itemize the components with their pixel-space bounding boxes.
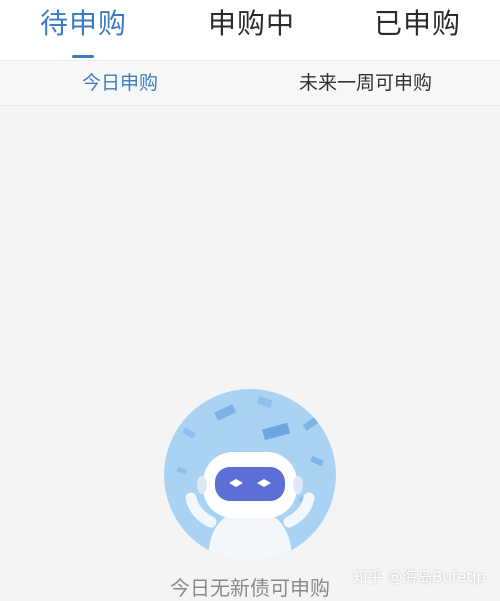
watermark-text: 知乎 @海岛Bufetip [352,568,486,586]
robot-celebrating-icon [163,388,337,562]
sub-tab-bar: 今日申购 未来一周可申购 [0,61,500,106]
active-tab-indicator [72,55,94,58]
subtab-next-week[interactable]: 未来一周可申购 [299,69,432,97]
subtab-today[interactable]: 今日申购 [82,69,158,97]
tab-subscribing[interactable]: 申购中 [208,4,295,44]
tab-pending-subscription[interactable]: 待申购 [40,4,127,44]
top-tab-bar: 待申购 申购中 已申购 [0,0,500,61]
app-screen: 待申购 申购中 已申购 今日申购 未来一周可申购 今日无新债可申购 知乎 @海岛… [0,0,500,601]
tab-subscribed[interactable]: 已申购 [374,4,461,44]
